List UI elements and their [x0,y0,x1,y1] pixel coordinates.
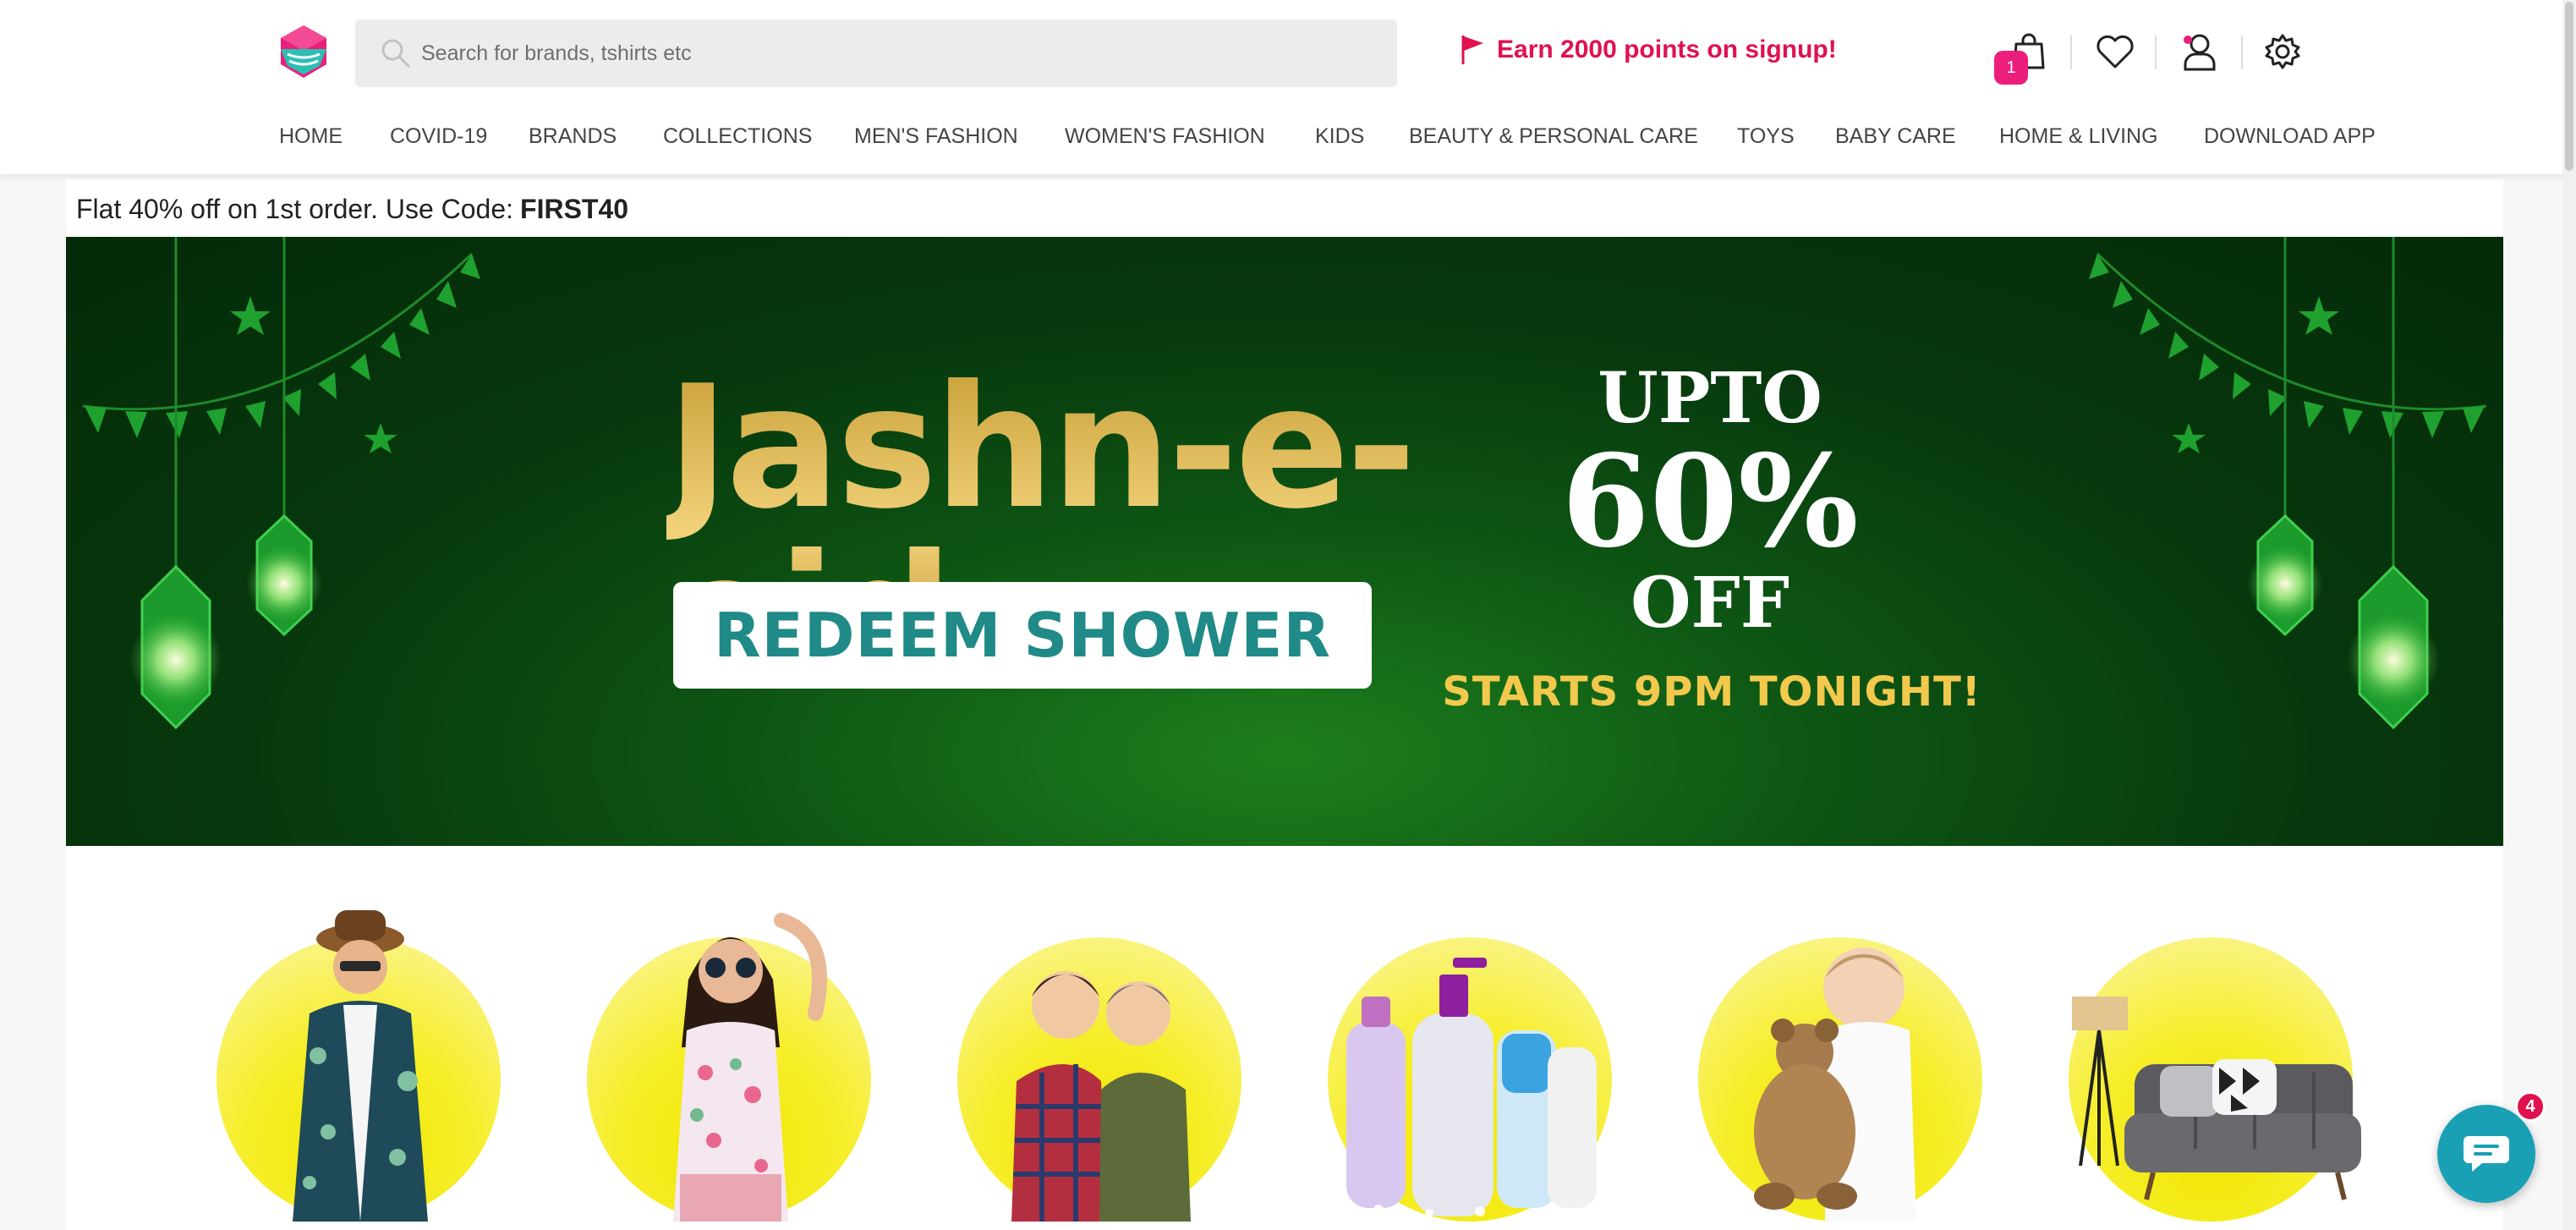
settings-button[interactable] [2261,30,2304,73]
promo-text: Earn 2000 points on signup! [1497,36,1837,63]
banner-discount: 60% [1561,427,1859,576]
banner-subtitle: REDEEM SHOWER [714,600,1331,671]
nav-brands[interactable]: BRANDS [529,117,617,156]
banner-start-time: STARTS 9PM TONIGHT! [1442,668,1981,716]
beauty-products-image [1346,958,1597,1217]
nav-home-living[interactable]: HOME & LIVING [1999,117,2158,156]
home-living-image [2072,997,2361,1200]
header-divider [2070,36,2072,69]
search-input[interactable] [421,19,1377,87]
banner-subtitle-box: REDEEM SHOWER [673,582,1372,689]
category-women[interactable] [587,913,871,1222]
page-scrollbar[interactable] [2562,0,2576,1230]
category-beauty[interactable] [1328,937,1612,1222]
brand-logo[interactable] [276,24,332,81]
header-divider [2241,36,2243,69]
flag-icon [1461,36,1483,64]
banner-off: OFF [1631,563,1789,644]
wishlist-button[interactable] [2094,30,2136,73]
nav-collections[interactable]: COLLECTIONS [663,117,812,156]
signup-promo[interactable]: Earn 2000 points on signup! [1460,29,1837,71]
nav-mens-fashion[interactable]: MEN'S FASHION [854,117,1018,156]
nav-womens-fashion[interactable]: WOMEN'S FASHION [1065,117,1265,156]
nav-download-app[interactable]: DOWNLOAD APP [2204,117,2376,156]
offer-strip: Flat 40% off on 1st order. Use Code: FIR… [66,179,2503,239]
chat-button[interactable] [2437,1105,2535,1203]
hero-banner[interactable]: Jashn-e-eid REDEEM SHOWER UPTO 60% OFF S… [66,237,2503,846]
banner-upto: UPTO [1598,358,1822,439]
women-fashion-image [673,913,827,1222]
site-header: Earn 2000 points on signup! 1 HOME COVID… [0,0,2576,174]
category-kids[interactable] [957,937,1241,1222]
search-bar[interactable] [355,19,1397,87]
notification-dot [2184,36,2192,44]
nav-beauty-personal-care[interactable]: BEAUTY & PERSONAL CARE [1409,117,1698,156]
chat-unread-badge: 4 [2515,1091,2546,1122]
category-baby-care[interactable] [1698,937,1982,1222]
header-divider [2155,36,2157,69]
nav-kids[interactable]: KIDS [1315,117,1364,156]
chat-icon [2464,1136,2509,1172]
cart-count-badge: 1 [1994,51,2028,85]
nav-covid-19[interactable]: COVID-19 [390,117,487,156]
baby-care-image [1754,947,1916,1222]
nav-toys[interactable]: TOYS [1737,117,1795,156]
heart-icon [2096,35,2134,69]
nav-home[interactable]: HOME [279,117,343,156]
category-men[interactable] [216,910,501,1222]
search-icon [381,39,410,68]
category-home-living[interactable] [2069,937,2361,1222]
gear-icon [2265,34,2300,69]
men-fashion-image [293,910,428,1222]
offer-text: Flat 40% off on 1st order. Use Code: [76,193,514,224]
category-row [66,846,2503,1230]
offer-code: FIRST40 [520,193,629,224]
scrollbar-thumb[interactable] [2565,2,2573,171]
kids-image [1011,971,1191,1222]
main-nav: HOME COVID-19 BRANDS COLLECTIONS MEN'S F… [0,117,2576,156]
nav-baby-care[interactable]: BABY CARE [1835,117,1956,156]
